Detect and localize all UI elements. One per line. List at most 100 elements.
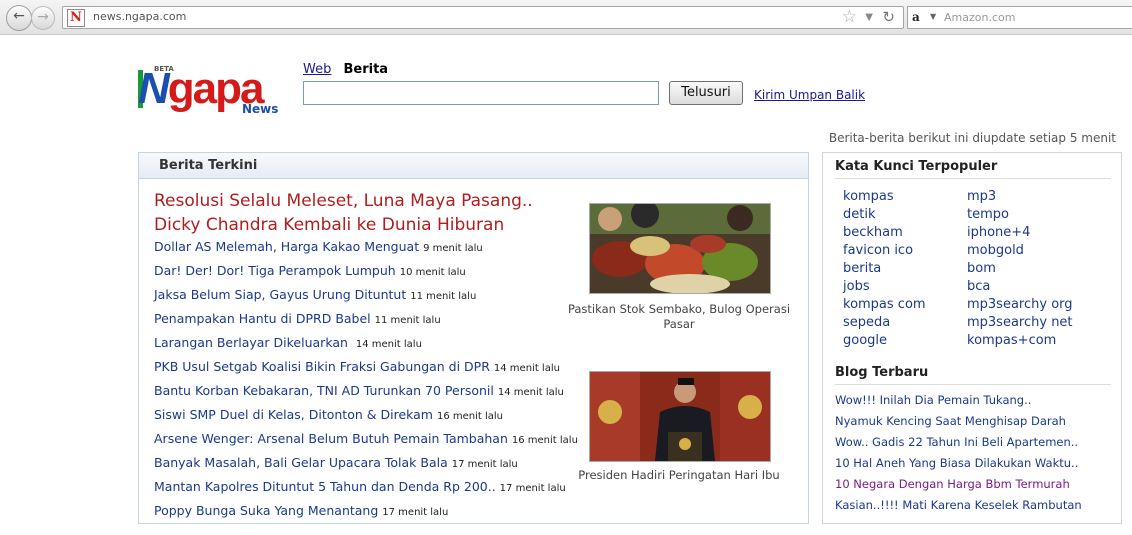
blog-link[interactable]: 10 Hal Aneh Yang Biasa Dilakukan Waktu.. <box>835 456 1078 470</box>
search-input[interactable] <box>303 81 659 105</box>
news-time: 11 menit lalu <box>374 315 441 326</box>
news-panel: Berita Terkini Resolusi Selalu Meleset, … <box>138 152 809 524</box>
news-title[interactable]: Jaksa Belum Siap, Gayus Urung Dituntut <box>154 287 406 302</box>
reload-icon[interactable]: ↻ <box>882 7 895 27</box>
blog-link[interactable]: Nyamuk Kencing Saat Menghisap Darah <box>835 414 1066 428</box>
keyword-link[interactable]: detik <box>843 206 926 224</box>
market-photo[interactable] <box>589 203 771 294</box>
keyword-link[interactable]: favicon ico <box>843 242 926 260</box>
headline-line-2[interactable]: Dicky Chandra Kembali ke Dunia Hiburan <box>154 213 554 237</box>
news-item[interactable]: Siswi SMP Duel di Kelas, Ditonton & Dire… <box>154 407 574 422</box>
arrow-right-icon: → <box>37 9 49 25</box>
news-time: 11 menit lalu <box>410 291 477 302</box>
search-tabs: Web Berita <box>303 62 388 77</box>
keywords-left-column: kompas detik beckham favicon ico berita … <box>843 188 926 350</box>
search-placeholder: Amazon.com <box>944 11 1016 24</box>
keyword-link[interactable]: kompas com <box>843 296 926 314</box>
blog-link[interactable]: Wow.. Gadis 22 Tahun Ini Beli Apartemen.… <box>835 435 1078 449</box>
headline-link[interactable]: Resolusi Selalu Meleset, Luna Maya Pasan… <box>154 189 554 237</box>
news-item[interactable]: Arsene Wenger: Arsenal Belum Butuh Pemai… <box>154 431 578 446</box>
amazon-icon: a <box>912 10 920 24</box>
tab-berita[interactable]: Berita <box>343 62 388 77</box>
president-photo[interactable] <box>589 371 771 462</box>
blog-link[interactable]: Wow!!! Inilah Dia Pemain Tukang.. <box>835 393 1031 407</box>
feedback-link[interactable]: Kirim Umpan Balik <box>754 88 865 102</box>
side-panel: Kata Kunci Terpopuler kompas detik beckh… <box>822 152 1122 524</box>
divider <box>835 178 1111 179</box>
keyword-link[interactable]: tempo <box>967 206 1073 224</box>
news-time: 16 menit lalu <box>436 411 504 422</box>
news-time: 14 menit lalu <box>493 363 560 374</box>
news-item[interactable]: Poppy Bunga Suka Yang Menantang 17 menit… <box>154 503 574 518</box>
news-item[interactable]: Larangan Berlayar Dikeluarkan 14 menit l… <box>154 335 574 350</box>
president-photo-caption[interactable]: Presiden Hadiri Peringatan Hari Ibu <box>559 468 799 483</box>
keyword-link[interactable]: mp3 <box>967 188 1073 206</box>
caption-line[interactable]: Pastikan Stok Sembako, Bulog Operasi <box>559 302 799 317</box>
keyword-link[interactable]: jobs <box>843 278 926 296</box>
news-title[interactable]: Dar! Der! Dor! Tiga Perampok Lumpuh <box>154 263 396 278</box>
keyword-link[interactable]: berita <box>843 260 926 278</box>
news-time: 16 menit lalu <box>511 435 578 446</box>
keyword-link[interactable]: kompas <box>843 188 926 206</box>
keyword-link[interactable]: sepeda <box>843 314 926 332</box>
news-panel-header: Berita Terkini <box>139 153 808 179</box>
url-text: news.ngapa.com <box>93 10 187 23</box>
keyword-link[interactable]: bca <box>967 278 1073 296</box>
search-engine-dropdown-icon[interactable]: ▼ <box>930 10 936 24</box>
news-title[interactable]: Larangan Berlayar Dikeluarkan <box>154 335 348 350</box>
news-time: 9 menit lalu <box>423 243 483 254</box>
news-time: 17 menit lalu <box>382 507 449 518</box>
news-time: 17 menit lalu <box>451 459 518 470</box>
news-title[interactable]: Penampakan Hantu di DPRD Babel <box>154 311 371 326</box>
news-item[interactable]: Penampakan Hantu di DPRD Babel 11 menit … <box>154 311 574 326</box>
news-time: 10 menit lalu <box>399 267 466 278</box>
logo-letter-n: N <box>138 64 170 113</box>
news-time: 14 menit lalu <box>355 339 422 350</box>
news-title[interactable]: Arsene Wenger: Arsenal Belum Butuh Pemai… <box>154 431 508 446</box>
divider <box>835 384 1111 385</box>
news-item[interactable]: Dollar AS Melemah, Harga Kakao Menguat 9… <box>154 239 574 254</box>
address-bar[interactable]: N news.ngapa.com ☆ ▼ ↻ <box>62 6 904 29</box>
blog-link[interactable]: Kasian..!!!! Mati Karena Keselek Rambuta… <box>835 498 1082 512</box>
news-time: 14 menit lalu <box>497 387 564 398</box>
keyword-link[interactable]: iphone+4 <box>967 224 1073 242</box>
news-title[interactable]: Banyak Masalah, Bali Gelar Upacara Tolak… <box>154 455 448 470</box>
news-item[interactable]: Mantan Kapolres Dituntut 5 Tahun dan Den… <box>154 479 574 494</box>
browser-search-box[interactable]: a ▼ Amazon.com <box>907 6 1132 29</box>
keywords-right-column: mp3 tempo iphone+4 mobgold bom bca mp3se… <box>967 188 1073 350</box>
caption-line[interactable]: Pasar <box>559 317 799 332</box>
news-item[interactable]: Bantu Korban Kebakaran, TNI AD Turunkan … <box>154 383 574 398</box>
tab-web[interactable]: Web <box>303 62 331 77</box>
news-title[interactable]: PKB Usul Setgab Koalisi Bikin Fraksi Gab… <box>154 359 490 374</box>
history-dropdown-icon[interactable]: ▼ <box>865 8 873 28</box>
news-title[interactable]: Bantu Korban Kebakaran, TNI AD Turunkan … <box>154 383 494 398</box>
forward-button[interactable]: → <box>31 6 55 30</box>
keyword-link[interactable]: mp3searchy net <box>967 314 1073 332</box>
headline-line-1[interactable]: Resolusi Selalu Meleset, Luna Maya Pasan… <box>154 189 554 213</box>
keyword-link[interactable]: bom <box>967 260 1073 278</box>
news-time: 17 menit lalu <box>499 483 566 494</box>
search-button[interactable]: Telusuri <box>669 81 743 105</box>
blog-title: Blog Terbaru <box>835 365 929 380</box>
keyword-link[interactable]: google <box>843 332 926 350</box>
news-title[interactable]: Poppy Bunga Suka Yang Menantang <box>154 503 378 518</box>
news-title[interactable]: Siswi SMP Duel di Kelas, Ditonton & Dire… <box>154 407 433 422</box>
back-button[interactable]: ← <box>6 5 32 31</box>
news-item[interactable]: Jaksa Belum Siap, Gayus Urung Dituntut 1… <box>154 287 574 302</box>
market-photo-caption[interactable]: Pastikan Stok Sembako, Bulog Operasi Pas… <box>559 302 799 332</box>
update-note: Berita-berita berikut ini diupdate setia… <box>828 131 1116 145</box>
browser-toolbar: ← → N news.ngapa.com ☆ ▼ ↻ a ▼ Amazon.co… <box>0 0 1132 35</box>
keyword-link[interactable]: mobgold <box>967 242 1073 260</box>
keyword-link[interactable]: beckham <box>843 224 926 242</box>
news-title[interactable]: Dollar AS Melemah, Harga Kakao Menguat <box>154 239 419 254</box>
keyword-link[interactable]: mp3searchy org <box>967 296 1073 314</box>
news-title[interactable]: Mantan Kapolres Dituntut 5 Tahun dan Den… <box>154 479 496 494</box>
keyword-link[interactable]: kompas+com <box>967 332 1073 350</box>
blog-link[interactable]: 10 Negara Dengan Harga Bbm Termurah <box>835 477 1070 491</box>
arrow-left-icon: ← <box>13 8 25 24</box>
bookmark-star-icon[interactable]: ☆ <box>842 7 857 27</box>
news-item[interactable]: PKB Usul Setgab Koalisi Bikin Fraksi Gab… <box>154 359 574 374</box>
news-item[interactable]: Dar! Der! Dor! Tiga Perampok Lumpuh 10 m… <box>154 263 574 278</box>
site-logo[interactable]: BETA Ngapa News <box>138 65 278 117</box>
news-item[interactable]: Banyak Masalah, Bali Gelar Upacara Tolak… <box>154 455 574 470</box>
